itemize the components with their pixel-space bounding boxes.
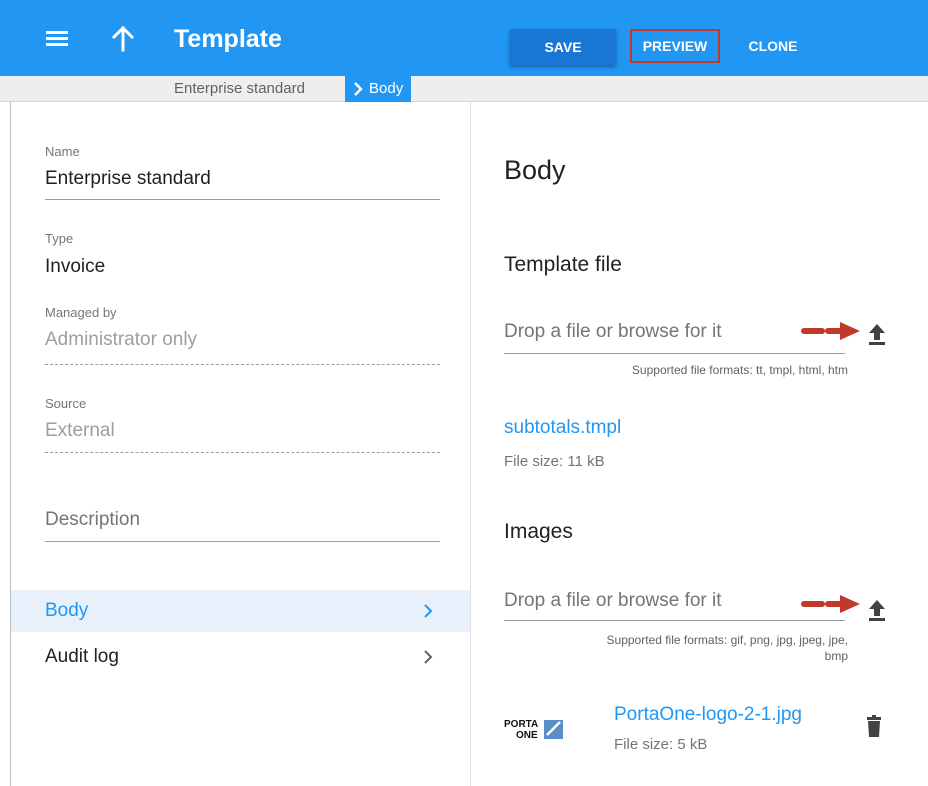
chevron-right-icon	[424, 604, 433, 618]
description-field[interactable]: Description	[45, 509, 140, 531]
nav-item-body-label: Body	[45, 600, 89, 621]
upload-icon[interactable]	[866, 321, 888, 347]
left-edge-border	[10, 102, 11, 786]
images-hint-line2: bmp	[824, 649, 848, 663]
template-file-size: File size: 11 kB	[504, 453, 605, 470]
source-label: Source	[45, 396, 87, 411]
breadcrumb-item-current: Body	[345, 76, 412, 102]
template-file-title: Template file	[504, 253, 622, 276]
chevron-right-icon	[354, 82, 363, 96]
arrow-up-icon[interactable]	[110, 25, 136, 53]
managed-by-label: Managed by	[45, 305, 117, 320]
template-file-dropzone[interactable]: Drop a file or browse for it	[504, 321, 722, 343]
page-title: Template	[174, 25, 282, 53]
svg-text:PORTA: PORTA	[504, 719, 538, 730]
app-bar-row: Template SAVE PREVIEW CLONE	[0, 5, 928, 71]
source-underline	[45, 452, 440, 453]
images-underline	[504, 620, 845, 621]
managed-by-underline	[45, 364, 440, 365]
save-button[interactable]: SAVE	[510, 29, 616, 65]
managed-by-value: Administrator only	[45, 329, 198, 350]
menu-icon[interactable]	[44, 27, 70, 49]
image-file-size: File size: 5 kB	[614, 736, 708, 753]
name-field[interactable]: Enterprise standard	[45, 168, 211, 190]
name-underline	[45, 199, 440, 200]
description-underline	[45, 541, 440, 542]
nav-item-body[interactable]: Body	[11, 590, 470, 632]
name-label: Name	[45, 144, 80, 159]
type-value: Invoice	[45, 256, 106, 277]
template-file-hint: Supported file formats: tt, tmpl, html, …	[631, 363, 848, 377]
trash-icon[interactable]	[864, 714, 884, 738]
annotation-arrow-icon	[801, 595, 860, 613]
chevron-right-icon	[424, 650, 433, 664]
template-file-link[interactable]: subtotals.tmpl	[504, 417, 621, 439]
portaone-logo: PORTA ONE	[504, 719, 563, 741]
breadcrumb: Enterprise standard Body	[0, 76, 928, 102]
app-bar: Template SAVE PREVIEW CLONE	[0, 0, 928, 76]
upload-icon[interactable]	[866, 597, 888, 623]
images-hint-line1: Supported file formats: gif, png, jpg, j…	[606, 633, 848, 647]
images-title: Images	[504, 520, 573, 543]
clone-button[interactable]: CLONE	[738, 29, 808, 63]
panel-divider	[470, 102, 471, 786]
type-label: Type	[45, 231, 74, 246]
image-file-link[interactable]: PortaOne-logo-2-1.jpg	[614, 704, 802, 726]
images-dropzone[interactable]: Drop a file or browse for it	[504, 590, 722, 612]
source-value: External	[45, 420, 115, 441]
breadcrumb-current-label: Body	[369, 80, 404, 97]
nav-item-audit-log-label: Audit log	[45, 646, 119, 667]
nav-item-audit-log[interactable]: Audit log	[11, 636, 470, 678]
section-title-body: Body	[504, 155, 566, 185]
preview-button[interactable]: PREVIEW	[630, 29, 720, 63]
annotation-arrow-icon	[801, 322, 860, 340]
svg-text:ONE: ONE	[516, 730, 538, 741]
breadcrumb-item-template[interactable]: Enterprise standard	[174, 79, 305, 99]
template-file-underline	[504, 353, 845, 354]
